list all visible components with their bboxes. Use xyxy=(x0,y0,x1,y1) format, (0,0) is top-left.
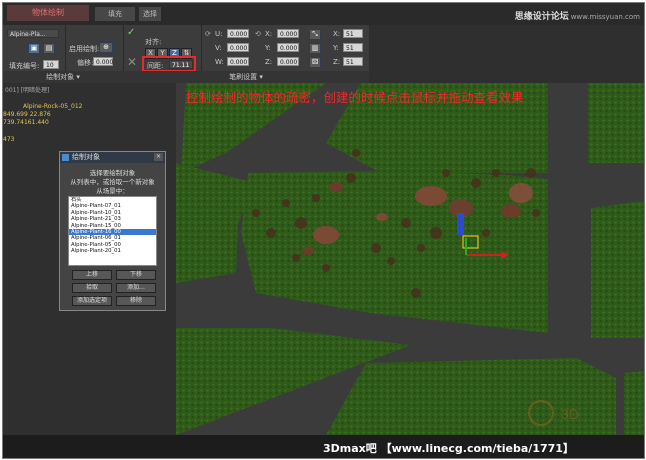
v-label: V: xyxy=(215,44,222,52)
paint-object-section-title-text: 绘制对象 xyxy=(46,73,75,81)
w-input[interactable]: 0.000 xyxy=(227,57,249,66)
object-name-field[interactable]: Alpine-Pla... xyxy=(7,29,59,38)
footer-watermark: 3Dmax吧 【www.linecg.com/tieba/1771】 xyxy=(323,442,574,455)
fill-number-label: 填充编号: xyxy=(9,62,40,70)
paint-object-icon[interactable]: ▣ xyxy=(28,43,40,54)
ribbon-toolbar: 物体绘制 填充 选择 思缘设计论坛 www.missyuan.com Alpine… xyxy=(3,3,644,84)
tab-fill[interactable]: 填充 xyxy=(95,7,135,21)
paint-on-icon[interactable]: ⊕ xyxy=(99,42,113,53)
watermark-logo-text: 3D xyxy=(561,406,579,422)
u-input[interactable]: 0.000 xyxy=(227,29,249,38)
paint-object-section-title[interactable]: 绘制对象 ▾ xyxy=(3,71,123,83)
fill-object-icon[interactable]: ▤ xyxy=(43,43,55,54)
scene-render: 3D xyxy=(176,83,644,435)
object-coords-1: 849.699 22.876 xyxy=(3,111,51,118)
perspective-viewport[interactable]: 3D xyxy=(176,83,644,435)
grass-patch-5 xyxy=(591,201,644,338)
selected-object-name: Alpine-Rock-05_012 xyxy=(23,103,83,110)
z-input[interactable]: 0.000 xyxy=(277,57,299,66)
object-coords-2: 739.74161.440 xyxy=(3,119,49,126)
move-down-button[interactable]: 下移 xyxy=(116,270,156,280)
fill-number-input[interactable]: 10 xyxy=(43,60,59,69)
brush-settings-section-title[interactable]: 笔刷设置 ▾ xyxy=(123,71,369,83)
u-label: U: xyxy=(215,30,223,38)
scale-y-input[interactable]: 51 xyxy=(343,43,363,52)
object-list[interactable]: 石头 Alpine-Plant-07_01 Alpine-Plant-10_01… xyxy=(68,196,157,266)
check-icon: ✓ xyxy=(127,27,136,38)
scale-x-label: X: xyxy=(333,30,341,38)
rotate-icon: ⟳ xyxy=(205,30,211,38)
app-window: 物体绘制 填充 选择 思缘设计论坛 www.missyuan.com Alpine… xyxy=(2,2,645,459)
dialog-line-3: 从场景中： xyxy=(96,187,129,195)
spacing-highlight-box xyxy=(142,56,196,72)
z-label: Z: xyxy=(265,58,273,66)
random-scale-icon[interactable]: ⚄ xyxy=(309,57,321,68)
w-label: W: xyxy=(215,58,224,66)
y-label: Y: xyxy=(265,44,271,52)
paint-objects-dialog: 绘制对象 × 选择要绘制对象 从列表中，或拾取一个新对象 从场景中： 石头 Al… xyxy=(59,151,166,311)
dialog-app-icon xyxy=(62,154,69,161)
scale-y-label: Y: xyxy=(333,44,339,52)
paint-on-section: 启用绘制: ⊕ 偏移: 0.000 xyxy=(65,25,124,71)
add-selected-button[interactable]: 添加选定项 xyxy=(72,296,112,306)
list-item[interactable]: Alpine-Plant-20_01 xyxy=(69,248,156,254)
pick-button[interactable]: 拾取 xyxy=(72,283,112,293)
lock-scale-icon[interactable]: ▥ xyxy=(309,43,321,54)
tab-select[interactable]: 选择 xyxy=(139,7,161,21)
close-icon[interactable]: × xyxy=(154,153,163,161)
scale-x-input[interactable]: 51 xyxy=(343,29,363,38)
object-section: Alpine-Pla... ▣ ▤ 填充编号: 10 xyxy=(3,25,66,71)
tab-object-paint[interactable]: 物体绘制 xyxy=(7,5,89,21)
move-up-button[interactable]: 上移 xyxy=(72,270,112,280)
ribbon-empty-area xyxy=(369,25,644,83)
rotate-icon-2: ⟲ xyxy=(255,30,261,38)
use-grid-label: 启用绘制: xyxy=(69,45,100,53)
align-label: 对齐: xyxy=(145,38,162,46)
watermark-top-url: www.missyuan.com xyxy=(570,13,640,21)
watermark-top: 思缘设计论坛 www.missyuan.com xyxy=(515,9,640,22)
grass-patch-8 xyxy=(624,371,644,435)
offset-label: 偏移: xyxy=(77,59,94,67)
object-number: 473 xyxy=(3,136,15,143)
scale-z-label: Z: xyxy=(333,58,341,66)
cross-icon: ✕ xyxy=(127,55,138,69)
add-button[interactable]: 添加... xyxy=(116,283,156,293)
v-input[interactable]: 0.000 xyxy=(227,43,249,52)
viewport-caption: 控制绘制的物体的疏密，创建的时候点击鼠标并拖动查看效果 xyxy=(186,90,524,105)
dialog-title[interactable]: 绘制对象 xyxy=(60,152,165,163)
grass-patch-3 xyxy=(588,83,644,163)
offset-input[interactable]: 0.000 xyxy=(93,57,113,66)
grass-patch-7 xyxy=(326,358,616,435)
ribbon-tab-strip: 物体绘制 填充 选择 思缘设计论坛 www.missyuan.com xyxy=(3,3,644,25)
watermark-top-cn: 思缘设计论坛 xyxy=(514,12,569,22)
x-input[interactable]: 0.000 xyxy=(277,29,299,38)
brush-settings-section: ⟳ U: 0.000 V: 0.000 W: 0.000 ⟲ X: 0.000 … xyxy=(201,25,370,71)
y-input[interactable]: 0.000 xyxy=(277,43,299,52)
x-label: X: xyxy=(265,30,273,38)
viewport-label[interactable]: 001] [明暗处理] xyxy=(5,85,49,94)
remove-button[interactable]: 移除 xyxy=(116,296,156,306)
scale-z-input[interactable]: 51 xyxy=(343,57,363,66)
scale-icon[interactable]: ⤡ xyxy=(309,29,321,40)
brush-settings-section-title-text: 笔刷设置 xyxy=(229,73,258,81)
